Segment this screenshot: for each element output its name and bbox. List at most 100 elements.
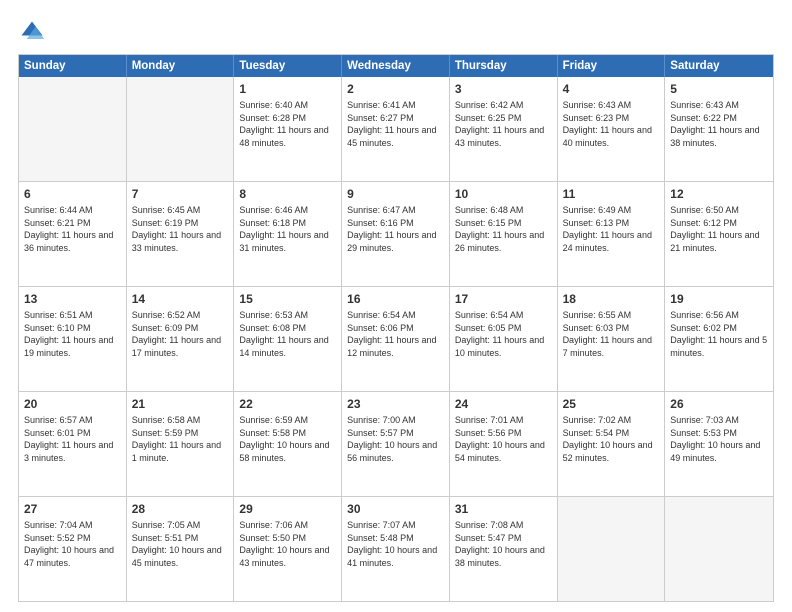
day-info: Sunrise: 7:01 AM [455,414,552,427]
day-info: Sunset: 6:28 PM [239,112,336,125]
day-number: 24 [455,396,552,412]
day-cell-5: 5Sunrise: 6:43 AMSunset: 6:22 PMDaylight… [665,77,773,181]
day-cell-13: 13Sunrise: 6:51 AMSunset: 6:10 PMDayligh… [19,287,127,391]
day-cell-14: 14Sunrise: 6:52 AMSunset: 6:09 PMDayligh… [127,287,235,391]
day-info: Sunrise: 6:40 AM [239,99,336,112]
day-cell-11: 11Sunrise: 6:49 AMSunset: 6:13 PMDayligh… [558,182,666,286]
day-cell-16: 16Sunrise: 6:54 AMSunset: 6:06 PMDayligh… [342,287,450,391]
day-number: 21 [132,396,229,412]
day-number: 12 [670,186,768,202]
day-info: Daylight: 11 hours and 26 minutes. [455,229,552,254]
day-cell-30: 30Sunrise: 7:07 AMSunset: 5:48 PMDayligh… [342,497,450,601]
day-info: Sunrise: 6:58 AM [132,414,229,427]
day-number: 9 [347,186,444,202]
day-cell-19: 19Sunrise: 6:56 AMSunset: 6:02 PMDayligh… [665,287,773,391]
day-cell-17: 17 Sunrise: 6:54 AMSunset: 6:05 PMDayligh… [450,287,558,391]
day-info: Sunrise: 7:00 AM [347,414,444,427]
day-cell-15: 15Sunrise: 6:53 AMSunset: 6:08 PMDayligh… [234,287,342,391]
day-info: Daylight: 11 hours and 48 minutes. [239,124,336,149]
day-cell-21: 21Sunrise: 6:58 AMSunset: 5:59 PMDayligh… [127,392,235,496]
day-info: Daylight: 10 hours and 38 minutes. [455,544,552,569]
day-cell-25: 25Sunrise: 7:02 AMSunset: 5:54 PMDayligh… [558,392,666,496]
day-number: 5 [670,81,768,97]
day-info: Sunset: 5:58 PM [239,427,336,440]
day-number: 17 [455,291,552,307]
header-cell-thursday: Thursday [450,55,558,77]
day-info: Sunrise: 6:44 AM [24,204,121,217]
calendar-header: SundayMondayTuesdayWednesdayThursdayFrid… [19,55,773,77]
day-info: Sunrise: 7:02 AM [563,414,660,427]
day-info: Sunrise: 6:43 AM [563,99,660,112]
day-info: Daylight: 11 hours and 7 minutes. [563,334,660,359]
day-number: 27 [24,501,121,517]
day-cell-20: 20Sunrise: 6:57 AMSunset: 6:01 PMDayligh… [19,392,127,496]
day-cell-24: 24Sunrise: 7:01 AMSunset: 5:56 PMDayligh… [450,392,558,496]
header-cell-tuesday: Tuesday [234,55,342,77]
day-info: Sunrise: 6:50 AM [670,204,768,217]
logo [18,18,50,46]
day-info: Daylight: 11 hours and 5 minutes. [670,334,768,359]
day-info: Daylight: 11 hours and 29 minutes. [347,229,444,254]
day-info: Sunrise: 6:48 AM [455,204,552,217]
day-info: Sunset: 5:51 PM [132,532,229,545]
day-info: Daylight: 11 hours and 14 minutes. [239,334,336,359]
empty-cell [558,497,666,601]
day-info: Sunset: 5:48 PM [347,532,444,545]
day-info: Sunset: 5:59 PM [132,427,229,440]
day-cell-1: 1Sunrise: 6:40 AMSunset: 6:28 PMDaylight… [234,77,342,181]
day-number: 20 [24,396,121,412]
day-info: Daylight: 10 hours and 45 minutes. [132,544,229,569]
day-info: Sunrise: 6:55 AM [563,309,660,322]
header-cell-sunday: Sunday [19,55,127,77]
day-info: Sunrise: 6:54 AM [455,309,552,322]
day-cell-28: 28Sunrise: 7:05 AMSunset: 5:51 PMDayligh… [127,497,235,601]
day-info: Sunset: 6:05 PM [455,322,552,335]
calendar: SundayMondayTuesdayWednesdayThursdayFrid… [18,54,774,602]
day-cell-26: 26Sunrise: 7:03 AMSunset: 5:53 PMDayligh… [665,392,773,496]
day-info: Sunrise: 6:51 AM [24,309,121,322]
day-info: Daylight: 11 hours and 10 minutes. [455,334,552,359]
day-cell-3: 3Sunrise: 6:42 AMSunset: 6:25 PMDaylight… [450,77,558,181]
header [18,18,774,46]
day-info: Sunset: 6:01 PM [24,427,121,440]
day-info: Sunrise: 6:45 AM [132,204,229,217]
logo-icon [18,18,46,46]
calendar-body: 1Sunrise: 6:40 AMSunset: 6:28 PMDaylight… [19,77,773,601]
empty-cell [665,497,773,601]
day-cell-8: 8Sunrise: 6:46 AMSunset: 6:18 PMDaylight… [234,182,342,286]
day-info: Daylight: 10 hours and 49 minutes. [670,439,768,464]
day-number: 11 [563,186,660,202]
day-info: Daylight: 11 hours and 33 minutes. [132,229,229,254]
day-info: Daylight: 11 hours and 43 minutes. [455,124,552,149]
day-info: Sunset: 6:18 PM [239,217,336,230]
day-info: Sunset: 6:12 PM [670,217,768,230]
header-cell-monday: Monday [127,55,235,77]
calendar-row-4: 20Sunrise: 6:57 AMSunset: 6:01 PMDayligh… [19,391,773,496]
day-cell-7: 7Sunrise: 6:45 AMSunset: 6:19 PMDaylight… [127,182,235,286]
day-info: Sunset: 5:52 PM [24,532,121,545]
day-info: Sunset: 6:10 PM [24,322,121,335]
day-info: Daylight: 11 hours and 24 minutes. [563,229,660,254]
day-cell-27: 27Sunrise: 7:04 AMSunset: 5:52 PMDayligh… [19,497,127,601]
day-number: 31 [455,501,552,517]
day-info: Sunrise: 6:52 AM [132,309,229,322]
day-number: 8 [239,186,336,202]
day-number: 10 [455,186,552,202]
day-info: Sunset: 5:50 PM [239,532,336,545]
day-info: Sunrise: 7:05 AM [132,519,229,532]
day-number: 22 [239,396,336,412]
day-info: Daylight: 11 hours and 45 minutes. [347,124,444,149]
day-number: 29 [239,501,336,517]
day-info: Sunset: 6:03 PM [563,322,660,335]
day-number: 4 [563,81,660,97]
header-cell-wednesday: Wednesday [342,55,450,77]
calendar-row-2: 6Sunrise: 6:44 AMSunset: 6:21 PMDaylight… [19,181,773,286]
day-cell-6: 6Sunrise: 6:44 AMSunset: 6:21 PMDaylight… [19,182,127,286]
day-info: Sunset: 6:13 PM [563,217,660,230]
day-number: 25 [563,396,660,412]
day-info: Daylight: 10 hours and 47 minutes. [24,544,121,569]
day-info: Sunrise: 6:59 AM [239,414,336,427]
day-cell-10: 10Sunrise: 6:48 AMSunset: 6:15 PMDayligh… [450,182,558,286]
day-cell-23: 23Sunrise: 7:00 AMSunset: 5:57 PMDayligh… [342,392,450,496]
day-info: Daylight: 10 hours and 43 minutes. [239,544,336,569]
